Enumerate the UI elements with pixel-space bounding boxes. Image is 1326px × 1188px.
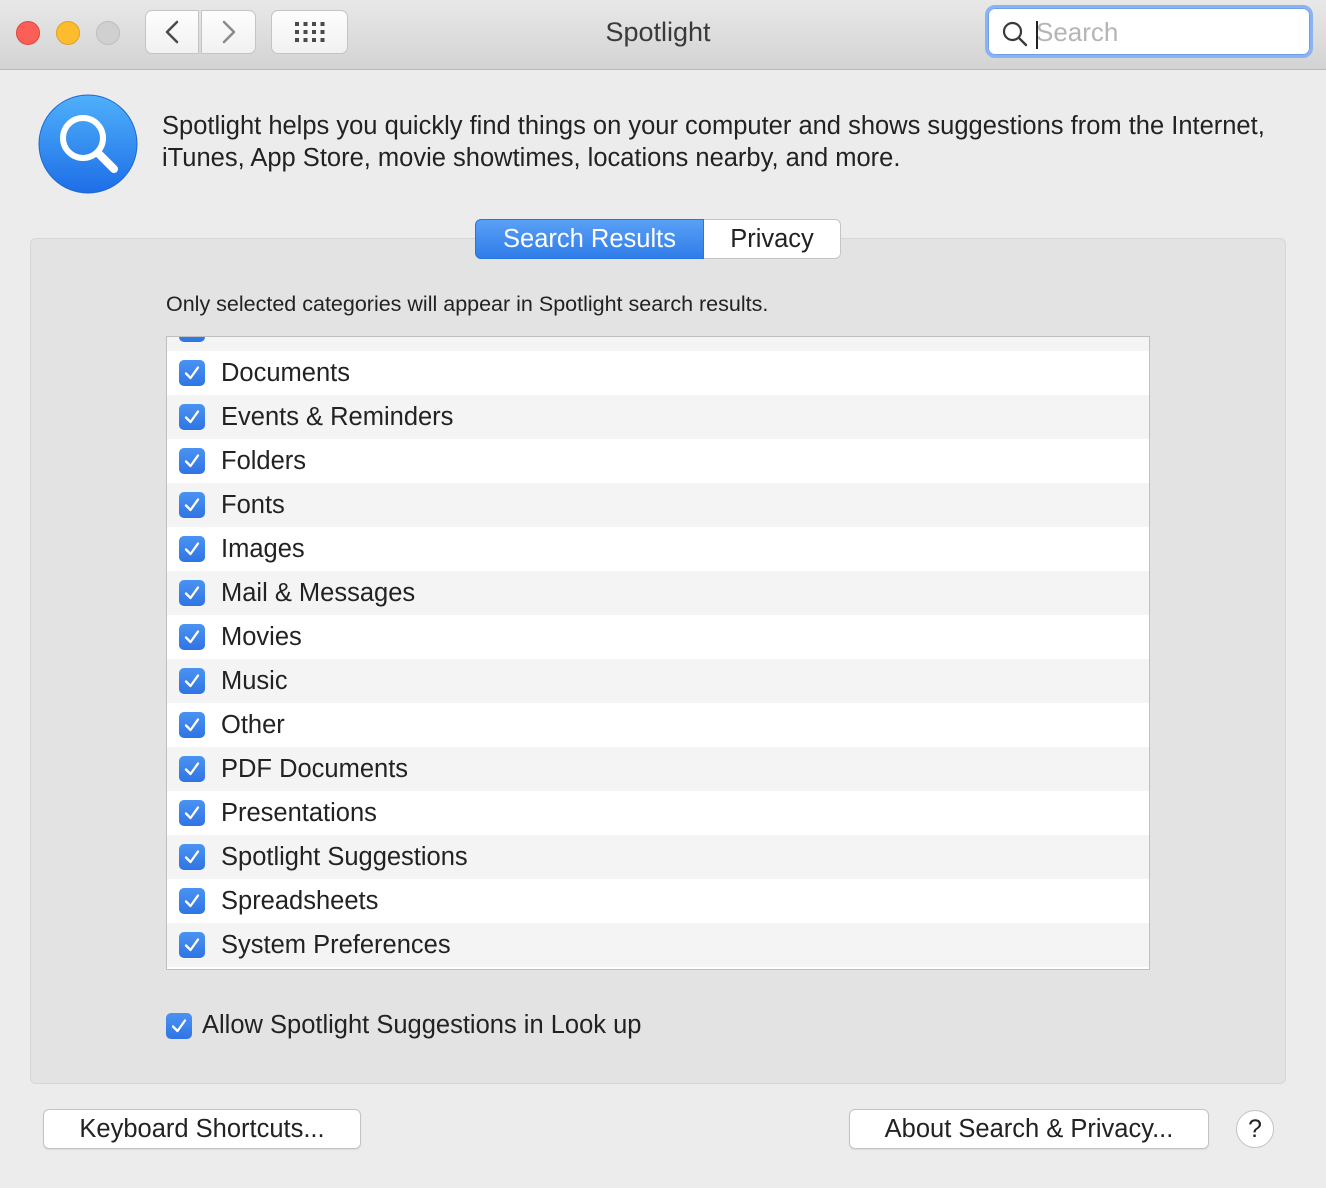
- category-checkbox[interactable]: [179, 756, 205, 782]
- keyboard-shortcuts-button[interactable]: Keyboard Shortcuts...: [43, 1109, 361, 1149]
- list-item-partial: [167, 337, 1149, 351]
- search-icon: [1002, 21, 1028, 47]
- category-label: Images: [221, 534, 305, 563]
- checkmark-icon: [184, 718, 200, 732]
- help-button[interactable]: ?: [1236, 1110, 1274, 1148]
- category-label: Fonts: [221, 490, 285, 519]
- category-label: Other: [221, 710, 285, 739]
- checkmark-icon: [184, 410, 200, 424]
- category-row[interactable]: Fonts: [167, 483, 1149, 527]
- category-checkbox[interactable]: [179, 536, 205, 562]
- spotlight-description: Spotlight helps you quickly find things …: [162, 112, 1265, 172]
- text-caret: [1036, 21, 1038, 49]
- checkmark-icon: [184, 894, 200, 908]
- category-label: Movies: [221, 622, 302, 651]
- category-row[interactable]: Presentations: [167, 791, 1149, 835]
- tab-privacy[interactable]: Privacy: [704, 219, 841, 259]
- allow-lookup-label: Allow Spotlight Suggestions in Look up: [202, 1011, 642, 1039]
- checkmark-icon: [184, 366, 200, 380]
- category-checkbox[interactable]: [179, 492, 205, 518]
- checkmark-icon: [184, 850, 200, 864]
- checkmark-icon: [184, 586, 200, 600]
- title-bar: Spotlight: [0, 0, 1326, 70]
- category-label: Spotlight Suggestions: [221, 842, 468, 871]
- category-label: Events & Reminders: [221, 402, 454, 431]
- checkmark-icon: [184, 542, 200, 556]
- allow-lookup-checkbox[interactable]: [166, 1012, 192, 1039]
- search-field[interactable]: [985, 5, 1313, 58]
- category-row[interactable]: Images: [167, 527, 1149, 571]
- category-label: System Preferences: [221, 930, 451, 959]
- category-row[interactable]: Folders: [167, 439, 1149, 483]
- tab-bar: Search Results Privacy: [475, 219, 841, 259]
- category-label: Spreadsheets: [221, 886, 379, 915]
- checkmark-icon: [184, 630, 200, 644]
- allow-lookup-option[interactable]: Allow Spotlight Suggestions in Look up: [166, 1011, 641, 1040]
- category-checkbox[interactable]: [179, 360, 205, 386]
- category-row[interactable]: Music: [167, 659, 1149, 703]
- category-checkbox[interactable]: [179, 800, 205, 826]
- category-row[interactable]: Movies: [167, 615, 1149, 659]
- categories-list[interactable]: Documents Events & Reminders Folders Fonts I…: [166, 336, 1150, 970]
- category-row[interactable]: PDF Documents: [167, 747, 1149, 791]
- category-label: Documents: [221, 358, 350, 387]
- tab-search-results[interactable]: Search Results: [475, 219, 704, 259]
- category-label: Folders: [221, 446, 307, 475]
- category-checkbox[interactable]: [179, 624, 205, 650]
- search-input[interactable]: [1036, 15, 1298, 49]
- category-row[interactable]: Other: [167, 703, 1149, 747]
- checkmark-icon: [184, 806, 200, 820]
- category-checkbox[interactable]: [179, 888, 205, 914]
- checkmark-icon: [184, 498, 200, 512]
- category-row[interactable]: Documents: [167, 351, 1149, 395]
- category-checkbox[interactable]: [179, 668, 205, 694]
- category-row[interactable]: Events & Reminders: [167, 395, 1149, 439]
- category-row[interactable]: Spreadsheets: [167, 879, 1149, 923]
- checkmark-icon: [184, 454, 200, 468]
- category-label: PDF Documents: [221, 754, 409, 783]
- category-checkbox[interactable]: [179, 448, 205, 474]
- category-checkbox[interactable]: [179, 580, 205, 606]
- category-checkbox[interactable]: [179, 932, 205, 958]
- category-label: Mail & Messages: [221, 578, 416, 607]
- checkmark-icon: [171, 1018, 187, 1032]
- about-search-privacy-button[interactable]: About Search & Privacy...: [849, 1109, 1209, 1149]
- category-checkbox[interactable]: [179, 844, 205, 870]
- category-row[interactable]: Mail & Messages: [167, 571, 1149, 615]
- category-row[interactable]: System Preferences: [167, 923, 1149, 967]
- checkmark-icon: [184, 938, 200, 952]
- checkmark-icon: [184, 762, 200, 776]
- category-label: Presentations: [221, 798, 377, 827]
- categories-hint: Only selected categories will appear in …: [166, 292, 769, 316]
- category-checkbox[interactable]: [179, 404, 205, 430]
- category-checkbox[interactable]: [179, 712, 205, 738]
- checkmark-icon: [184, 674, 200, 688]
- spotlight-app-icon: [38, 94, 138, 194]
- category-label: Music: [221, 666, 288, 695]
- category-checkbox[interactable]: [179, 337, 205, 342]
- category-row[interactable]: Spotlight Suggestions: [167, 835, 1149, 879]
